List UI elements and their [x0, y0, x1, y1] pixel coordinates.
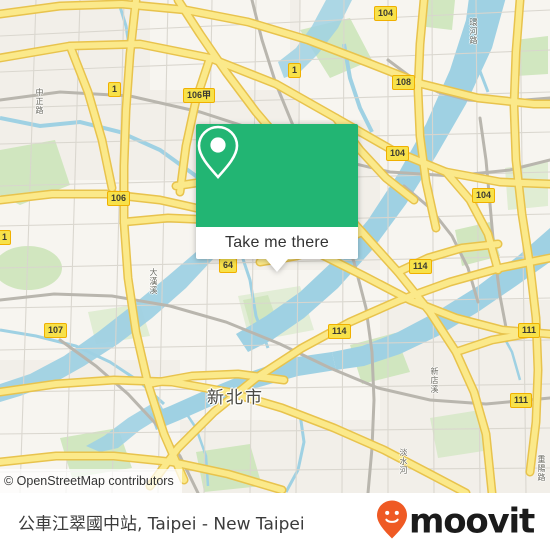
station-title: 公車江翠國中站, Taipei - New Taipei: [18, 514, 305, 534]
road-shield: 1: [288, 63, 302, 78]
moovit-station-map-card: 104 1 108 1 106甲 104 106 104 1 64 114 107 114 111 111 …: [0, 0, 550, 550]
road-shield: 111: [518, 323, 541, 338]
road-shield: 1: [0, 230, 12, 245]
street-label: 重陽路: [537, 455, 546, 482]
road-shield: 114: [409, 259, 432, 274]
callout-icon-panel: [196, 124, 358, 227]
street-label: 淡水河: [399, 448, 408, 475]
osm-attribution[interactable]: © OpenStreetMap contributors: [0, 469, 182, 493]
moovit-logo[interactable]: moovit: [376, 500, 535, 543]
map-canvas[interactable]: 104 1 108 1 106甲 104 106 104 1 64 114 107 114 111 111 …: [0, 0, 550, 493]
take-me-there-callout[interactable]: Take me there: [196, 124, 358, 272]
road-shield: 108: [392, 75, 416, 90]
street-label: 中正路: [35, 88, 44, 115]
street-label: 環河路: [469, 18, 478, 45]
road-shield: 64: [219, 258, 238, 273]
road-shield: 1: [108, 82, 122, 97]
street-label: 大漢溪: [149, 268, 158, 295]
road-shield: 114: [328, 324, 351, 339]
callout-pointer: [266, 259, 288, 272]
road-shield: 104: [472, 188, 496, 203]
place-label: 新北市: [207, 388, 264, 408]
road-shield: 111: [510, 393, 533, 408]
road-shield: 104: [374, 6, 398, 21]
road-shield: 107: [44, 323, 68, 338]
take-me-there-button[interactable]: Take me there: [196, 227, 358, 259]
moovit-wordmark: moovit: [408, 501, 535, 542]
road-shield: 104: [386, 146, 410, 161]
moovit-smiley-pin-icon: [376, 500, 407, 543]
footer-bar: 公車江翠國中站, Taipei - New Taipei moovit: [0, 493, 550, 550]
street-label: 新店溪: [430, 367, 439, 394]
road-shield: 106: [107, 191, 131, 206]
road-shield: 106甲: [183, 88, 216, 103]
